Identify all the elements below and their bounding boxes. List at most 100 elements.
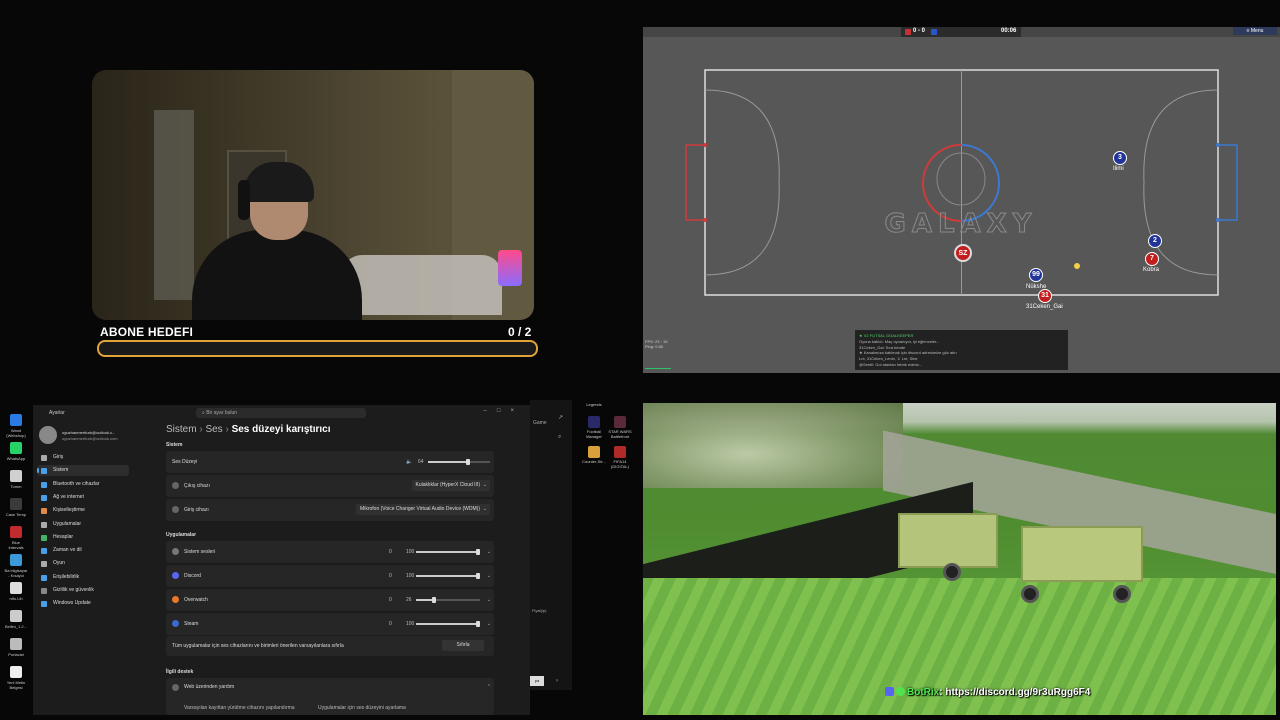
nav-item[interactable]: Oyun (37, 558, 129, 569)
nav-item[interactable]: Bluetooth ve cihazlar (37, 479, 129, 490)
nav-item[interactable]: Windows Update (37, 598, 129, 609)
desktop-icon[interactable]: ntfo.Lib (4, 582, 28, 601)
wheel (943, 563, 961, 581)
desktop-icon[interactable]: Blue Intervals (4, 526, 28, 550)
streamer-hair (244, 162, 314, 202)
desktop-icon-star-wars[interactable]: STAR WARS Battlefront (608, 416, 632, 439)
nav-label: Zaman ve dil (53, 547, 82, 554)
search-icon[interactable]: ⌕ (558, 434, 561, 441)
external-link-icon[interactable]: ↗ (558, 414, 563, 421)
nav-item[interactable]: Uygulamalar (37, 519, 129, 530)
chevron-down-icon[interactable]: ⌄ (487, 573, 491, 579)
globe-icon (172, 684, 179, 691)
nav-icon (41, 534, 47, 541)
wheel (1113, 585, 1131, 603)
app-volume-knob[interactable] (476, 621, 480, 627)
section-system-heading: Sistem (166, 442, 183, 448)
help-link-1[interactable]: Varsayılan kayıttan yürütme cihazını yap… (184, 705, 295, 711)
app-volume-slider[interactable] (416, 597, 480, 603)
nav-label: Uygulamalar (53, 520, 82, 527)
app-volume-slider[interactable] (416, 573, 480, 579)
app-volume-fill (416, 623, 480, 625)
breadcrumb-sound[interactable]: Ses (205, 424, 222, 435)
player-name: Kobra (1143, 267, 1160, 273)
app-icon (10, 610, 22, 622)
player-blue: 99 (1029, 268, 1043, 282)
app-name: Sistem sesleri (184, 549, 216, 555)
side-text-2[interactable]: pa (530, 676, 544, 686)
nav-label: Erişilebilirlik (53, 573, 80, 580)
desktop-icon[interactable]: Tomm (4, 470, 28, 489)
player-name: 31Ceken_Gai (1026, 304, 1063, 310)
app-volume-slider[interactable] (416, 549, 480, 555)
input-device-dropdown[interactable]: Mikrofon (Voice Changer Virtual Audio De… (356, 504, 490, 515)
desktop-icon-column: Wand (Webshop) WhatsApp Tomm Case Temp Blue … (0, 400, 32, 720)
desktop-icon-fifa14[interactable]: FIFA14 (DIGITAL) (608, 446, 632, 469)
desktop-middle: Game ⌕ ↗ Fiyat(ip) pa › Legends Football… (530, 400, 640, 720)
nav-item[interactable]: Sistem (37, 465, 129, 477)
player-red: SZ (954, 244, 972, 262)
farm-video (643, 403, 1276, 715)
game-chat[interactable]: ★ V2 FUTSAL GOALKEEPER Oyuna katıldı. Maç… (855, 330, 1068, 370)
system-volume-knob[interactable] (466, 459, 470, 465)
desktop-icon[interactable]: Yeni Metin Belgesi (4, 666, 28, 690)
haxball-game[interactable]: 0 - 0 00:06 ≡ Menu GALAXY 3 Ilimi 2 7 Kobra S… (643, 27, 1280, 373)
settings-window[interactable]: Ayarlar –□× ⌕ Bir ayar bulun oguzhanmert… (33, 405, 530, 715)
speaker-icon: 🔈 (406, 459, 413, 465)
nav-item[interactable]: Kişiselleştirme (37, 505, 129, 516)
desktop-icon[interactable]: Wand (Webshop) (4, 414, 28, 438)
output-device-dropdown[interactable]: Kulaklıklar (HyperX Cloud III) ⌄ (411, 480, 490, 491)
desktop-icon[interactable]: Bellim_1.2... (4, 610, 28, 629)
nav-item[interactable]: Giriş (37, 452, 129, 463)
app-balance: 0 (389, 597, 392, 603)
chevron-down-icon[interactable]: ⌄ (487, 597, 491, 603)
desktop-icon-label: Portacist (8, 652, 24, 657)
desktop-icon[interactable]: WhatsApp (4, 442, 28, 461)
app-volume-slider[interactable] (416, 621, 480, 627)
app-volume-value: 100 (406, 573, 415, 579)
bot-status-icon (896, 687, 905, 696)
wheel (1021, 585, 1039, 603)
system-volume-slider[interactable] (428, 459, 490, 465)
nav-item[interactable]: Zaman ve dil (37, 545, 129, 556)
chevron-right-icon[interactable]: › (556, 678, 558, 684)
desktop-icon[interactable]: Portacist (4, 638, 28, 657)
desktop-icon[interactable]: Ba bilgisayar - Kısayol (4, 554, 28, 578)
window-controls[interactable]: –□× (484, 408, 524, 414)
reset-button[interactable]: Sıfırla (442, 640, 484, 651)
help-link-2[interactable]: Uygulamalar için ses düzeyini ayarlama (318, 705, 406, 711)
app-icon (10, 414, 22, 426)
nav-item[interactable]: Gizlilik ve güvenlik (37, 585, 129, 596)
account-profile[interactable]: oguzhanmertturk@outlook.c... oguzhanmert… (37, 425, 137, 447)
nav-item[interactable]: Erişilebilirlik (37, 572, 129, 583)
nav-icon (41, 521, 47, 528)
desktop-icon[interactable]: Case Temp (4, 498, 28, 517)
app-volume-knob[interactable] (431, 597, 436, 603)
output-device-row[interactable]: Çıkış cihazı Kulaklıklar (HyperX Cloud I… (166, 475, 494, 497)
nav-item[interactable]: Hesaplar (37, 532, 129, 543)
search-input[interactable]: ⌕ Bir ayar bulun (196, 408, 366, 418)
app-icon (10, 442, 22, 454)
chevron-down-icon[interactable]: ⌄ (487, 549, 491, 555)
chevron-down-icon[interactable]: ⌄ (487, 621, 491, 627)
input-device-row[interactable]: Giriş cihazı Mikrofon (Voice Changer Vir… (166, 499, 494, 521)
app-volume-value: 100 (406, 549, 415, 555)
app-volume-fill (416, 551, 480, 553)
app-volume-value: 26 (406, 597, 412, 603)
desktop-icon-football-manager[interactable]: Football Manager (582, 416, 606, 439)
app-volume-knob[interactable] (476, 549, 480, 555)
player-blue: 3 (1113, 151, 1127, 165)
breadcrumb-system[interactable]: Sistem (166, 424, 197, 435)
app-name: Overwatch (184, 597, 208, 603)
chevron-up-icon[interactable]: ⌃ (487, 684, 491, 690)
system-volume-fill (428, 461, 468, 463)
desktop-icon-label: Tomm (10, 484, 22, 489)
speaker-output-icon (172, 482, 179, 489)
app-volume-knob[interactable] (476, 573, 480, 579)
desktop-icon-counter-strike[interactable]: Counter-Str... (582, 446, 606, 464)
desktop-icon-label: ntfo.Lib (9, 596, 23, 601)
desktop-icon-legends[interactable]: Legends (582, 402, 606, 407)
nav-item[interactable]: Ağ ve internet (37, 492, 129, 503)
web-help-row[interactable]: Web üzerinden yardım ⌃ Varsayılan kayıtt… (166, 678, 494, 715)
player-red: 31 (1038, 289, 1052, 303)
